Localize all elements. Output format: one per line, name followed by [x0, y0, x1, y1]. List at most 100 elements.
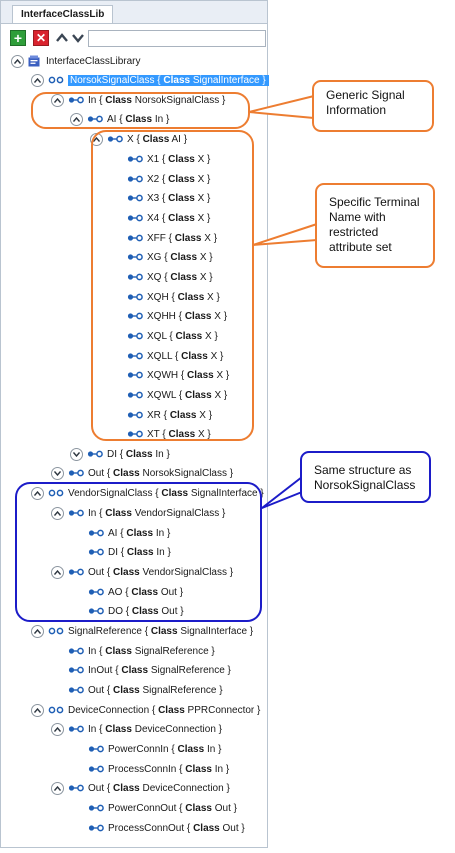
collapse-toggle-icon[interactable] [11, 54, 24, 68]
signal-interface-icon [48, 75, 64, 85]
tree-node[interactable]: X2 { Class X } [127, 171, 210, 187]
interface-class-icon [127, 193, 143, 203]
tree-node[interactable]: XQWH { Class X } [127, 367, 229, 383]
tree-node[interactable]: SignalReference { Class SignalInterface … [31, 623, 253, 639]
collapse-toggle-icon[interactable] [51, 506, 64, 520]
collapse-toggle-icon[interactable] [31, 703, 44, 717]
tree-node[interactable]: X4 { Class X } [127, 210, 210, 226]
collapse-toggle-icon[interactable] [90, 132, 103, 146]
tree-node[interactable]: XG { Class X } [127, 249, 213, 265]
add-button[interactable]: + [10, 30, 26, 46]
tree-node[interactable]: NorsokSignalClass { Class SignalInterfac… [31, 72, 269, 88]
tree-node[interactable]: InterfaceClassLibrary [11, 53, 140, 69]
tree-node-label: Out { Class SignalReference } [88, 684, 223, 696]
collapse-toggle-icon[interactable] [51, 565, 64, 579]
tab-interface-class-lib[interactable]: InterfaceClassLib [12, 5, 114, 23]
tree-node-label: In { Class DeviceConnection } [88, 723, 223, 735]
expand-toggle-icon[interactable] [51, 466, 64, 480]
interface-class-icon [88, 764, 104, 774]
tree-node[interactable]: In { Class DeviceConnection } [51, 721, 222, 737]
library-icon [28, 55, 40, 67]
filter-input[interactable] [88, 30, 266, 47]
toolbar: + ✕ [1, 25, 267, 51]
collapse-toggle-icon[interactable] [31, 486, 44, 500]
interface-class-icon [88, 803, 104, 813]
tree-node[interactable]: XQH { Class X } [127, 289, 220, 305]
tree-node[interactable]: InOut { Class SignalReference } [68, 662, 231, 678]
collapse-toggle-icon[interactable] [51, 93, 64, 107]
callout-generic: Generic Signal Information [312, 80, 434, 132]
tree-node[interactable]: In { Class NorsokSignalClass } [51, 92, 225, 108]
tree-node[interactable]: DI { Class In } [70, 446, 170, 462]
interface-class-icon [127, 292, 143, 302]
tree-node[interactable]: XT { Class X } [127, 426, 211, 442]
tree-node[interactable]: XQWL { Class X } [127, 387, 227, 403]
tree-node[interactable]: ProcessConnIn { Class In } [88, 761, 229, 777]
tree-node-label: AI { Class In } [107, 113, 170, 125]
tree-node[interactable]: ProcessConnOut { Class Out } [88, 820, 245, 836]
tree-node-label: ProcessConnIn { Class In } [108, 763, 230, 775]
interface-class-icon [127, 272, 143, 282]
tree-node[interactable]: XQLL { Class X } [127, 348, 223, 364]
tree-node[interactable]: DO { Class Out } [88, 603, 184, 619]
tree-node[interactable]: AO { Class Out } [88, 584, 183, 600]
tree-node[interactable]: In { Class SignalReference } [68, 643, 215, 659]
tree-node[interactable]: PowerConnOut { Class Out } [88, 800, 237, 816]
tree-node-label: X3 { Class X } [147, 192, 211, 204]
x-icon: ✕ [35, 31, 47, 45]
collapse-toggle-icon[interactable] [31, 624, 44, 638]
interface-class-icon [68, 646, 84, 656]
tree-node-label: XFF { Class X } [147, 232, 218, 244]
chevron-up-icon[interactable] [55, 31, 69, 45]
interface-class-icon [127, 174, 143, 184]
tree-node[interactable]: X1 { Class X } [127, 151, 210, 167]
tree-node[interactable]: In { Class VendorSignalClass } [51, 505, 225, 521]
tree-node[interactable]: DI { Class In } [88, 544, 171, 560]
interface-class-icon [127, 410, 143, 420]
tree-node-label: DO { Class Out } [108, 605, 184, 617]
tree-node[interactable]: Out { Class SignalReference } [68, 682, 223, 698]
tree-node[interactable]: AI { Class In } [70, 111, 169, 127]
tree-node[interactable]: X { Class AI } [90, 131, 187, 147]
interface-class-icon [127, 390, 143, 400]
interface-class-icon [68, 724, 84, 734]
interface-class-icon [68, 95, 84, 105]
chevron-down-icon[interactable] [71, 31, 85, 45]
interface-class-icon [88, 744, 104, 754]
tree-node[interactable]: PowerConnIn { Class In } [88, 741, 221, 757]
interface-class-icon [127, 331, 143, 341]
tree-node-label: X4 { Class X } [147, 212, 211, 224]
interface-class-icon [127, 213, 143, 223]
delete-button[interactable]: ✕ [33, 30, 49, 46]
tree-node-label: Out { Class NorsokSignalClass } [88, 467, 234, 479]
tree-node[interactable]: XFF { Class X } [127, 230, 217, 246]
interface-class-icon [88, 528, 104, 538]
expand-toggle-icon[interactable] [70, 447, 83, 461]
tree-node[interactable]: AI { Class In } [88, 525, 170, 541]
tree-node[interactable]: VendorSignalClass { Class SignalInterfac… [31, 485, 264, 501]
collapse-toggle-icon[interactable] [70, 112, 83, 126]
tree-node[interactable]: Out { Class VendorSignalClass } [51, 564, 233, 580]
callout-specific: Specific Terminal Name with restricted a… [315, 183, 435, 268]
tree-node-label: Out { Class VendorSignalClass } [88, 566, 234, 578]
tree-node[interactable]: XQL { Class X } [127, 328, 218, 344]
collapse-toggle-icon[interactable] [51, 722, 64, 736]
signal-interface-icon [48, 705, 64, 715]
tree-node[interactable]: XQ { Class X } [127, 269, 213, 285]
collapse-toggle-icon[interactable] [51, 781, 64, 795]
tree-node[interactable]: Out { Class NorsokSignalClass } [51, 465, 233, 481]
tree-node[interactable]: XR { Class X } [127, 407, 212, 423]
tree-node-label: XR { Class X } [147, 409, 213, 421]
interface-class-icon [127, 252, 143, 262]
tree-node-label: VendorSignalClass { Class SignalInterfac… [68, 487, 264, 499]
interface-class-icon [127, 154, 143, 164]
tree-node[interactable]: DeviceConnection { Class PPRConnector } [31, 702, 260, 718]
tree-node-label: In { Class VendorSignalClass } [88, 507, 226, 519]
collapse-toggle-icon[interactable] [31, 73, 44, 87]
tree-node[interactable]: XQHH { Class X } [127, 308, 227, 324]
tree-node-label: X { Class AI } [127, 133, 188, 145]
tree-node[interactable]: X3 { Class X } [127, 190, 210, 206]
tree-node-label: ProcessConnOut { Class Out } [108, 822, 245, 834]
tree-node-label: InOut { Class SignalReference } [88, 664, 231, 676]
tree-node[interactable]: Out { Class DeviceConnection } [51, 780, 230, 796]
